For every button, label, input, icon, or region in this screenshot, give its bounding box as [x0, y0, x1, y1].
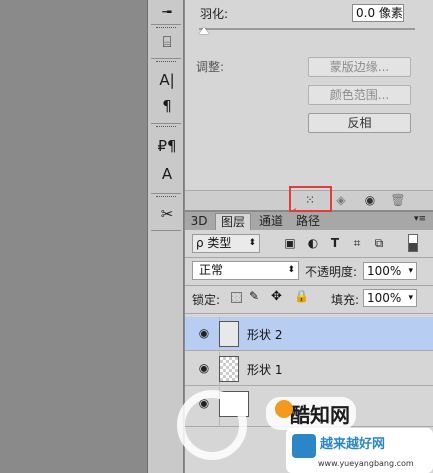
apply-mask-icon[interactable]: ◈ [331, 192, 351, 208]
invert-button[interactable]: 反相 [308, 113, 411, 133]
pixel-filter-icon[interactable]: ▣ [282, 235, 298, 251]
lock-transparency-icon[interactable] [231, 292, 242, 303]
character-styles-icon[interactable]: A [154, 162, 180, 186]
divider [151, 24, 181, 25]
opacity-input[interactable]: 100% ▾ [363, 262, 417, 280]
chevron-down-icon[interactable]: ▾ [408, 290, 413, 306]
bucket-icon[interactable]: ╼ [154, 0, 180, 24]
eye-icon[interactable]: ◉ [197, 361, 211, 375]
paragraph-styles-icon[interactable]: ₽¶ [154, 134, 180, 158]
character-icon[interactable]: A| [154, 68, 180, 92]
stamp-icon[interactable]: ⌸ [154, 30, 180, 54]
adjustment-filter-icon[interactable]: ◐ [305, 235, 321, 251]
layer-thumbnail [219, 356, 239, 382]
mask-edge-button[interactable]: 蒙版边缘... [308, 57, 411, 77]
feather-input[interactable]: 0.0 像素 [352, 4, 404, 22]
divider [151, 58, 181, 59]
feather-label: 羽化: [200, 7, 229, 21]
divider [151, 123, 181, 124]
divider [151, 230, 181, 231]
blend-mode-select[interactable]: 正常 ⬍ [192, 261, 299, 280]
stepper-icon: ⬍ [287, 265, 295, 275]
smart-object-filter-icon[interactable]: ⧉ [371, 235, 387, 251]
trash-icon[interactable]: 🗑 [388, 192, 408, 208]
watermark-badge-title: 越来越好网 [320, 437, 386, 452]
feather-slider-thumb[interactable] [199, 27, 209, 34]
divider [151, 193, 181, 194]
layer-name[interactable]: 形状 2 [247, 326, 282, 343]
chevron-down-icon[interactable]: ▾ [408, 263, 413, 279]
tab-paths[interactable]: 路径 [291, 213, 325, 230]
eye-icon[interactable]: ◉ [197, 326, 211, 340]
divider [185, 285, 433, 286]
lock-position-icon[interactable]: ✥ [271, 289, 282, 304]
divider [185, 257, 433, 258]
grip-handle[interactable] [156, 61, 176, 64]
color-range-button[interactable]: 颜色范围... [308, 85, 411, 105]
grip-handle[interactable] [156, 126, 176, 129]
watermark-logo [177, 390, 247, 460]
layer-row[interactable]: ◉ 形状 1 [185, 352, 433, 386]
tab-layers[interactable]: 图层 [215, 213, 251, 230]
lock-all-icon[interactable]: 🔒 [294, 289, 309, 303]
fill-label: 填充: [331, 293, 360, 307]
layer-thumbnail [219, 321, 239, 347]
tool-presets-icon[interactable]: ✂ [154, 202, 180, 226]
lock-label: 锁定: [192, 293, 221, 307]
watermark-brand-icon [275, 400, 293, 418]
watermark-badge-logo [292, 434, 316, 458]
type-filter-icon[interactable]: T [327, 235, 343, 251]
shape-filter-icon[interactable]: ⌗ [349, 235, 365, 251]
feather-slider-track[interactable] [199, 28, 415, 30]
fill-input[interactable]: 100% ▾ [363, 289, 417, 307]
tool-panel-strip: ╼ ⌸ A| ¶ ₽¶ A ✂ [147, 0, 184, 473]
watermark-badge-url: www.yueyangbang.com [318, 459, 414, 468]
divider [185, 313, 433, 314]
tab-3d[interactable]: 3D [187, 213, 211, 230]
layer-name[interactable]: 形状 1 [247, 361, 282, 378]
grip-handle[interactable] [156, 196, 176, 199]
adjust-label: 调整: [196, 60, 225, 74]
lock-pixels-icon[interactable]: ✎ [249, 289, 259, 303]
filter-type-select[interactable]: ρ 类型 ⬍ [192, 234, 260, 253]
tab-channels[interactable]: 通道 [254, 213, 288, 230]
visibility-eye-icon[interactable]: ◉ [360, 192, 380, 208]
opacity-label: 不透明度: [305, 265, 358, 279]
stepper-icon: ⬍ [248, 238, 256, 248]
filter-toggle[interactable] [408, 234, 418, 252]
paragraph-icon[interactable]: ¶ [154, 94, 180, 118]
layer-row[interactable]: ◉ 形状 2 [185, 317, 433, 351]
panel-menu-icon[interactable]: ▾≡ [414, 214, 426, 224]
